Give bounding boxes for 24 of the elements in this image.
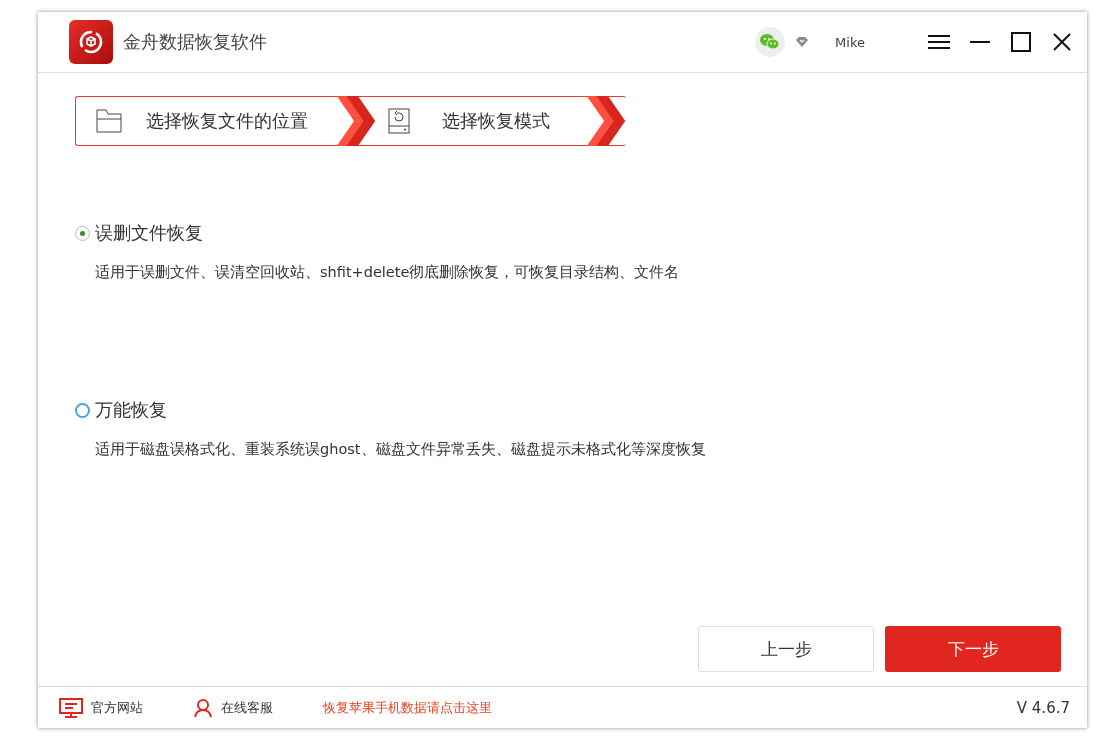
- version-label: V 4.6.7: [1016, 698, 1070, 717]
- website-link[interactable]: 官方网站: [91, 698, 143, 717]
- user-name[interactable]: Mike: [835, 34, 865, 50]
- window-title: 金舟数据恢复软件: [123, 30, 267, 54]
- logo-icon: [69, 20, 113, 64]
- back-button[interactable]: 上一步: [698, 626, 874, 672]
- radio-button[interactable]: [75, 402, 90, 418]
- support-link[interactable]: 在线客服: [221, 698, 273, 717]
- chevron-icon: [336, 95, 376, 146]
- next-button[interactable]: 下一步: [885, 626, 1061, 672]
- maximize-button[interactable]: [1010, 30, 1032, 54]
- folder-icon: [96, 109, 122, 133]
- step-label: 选择恢复文件的位置: [146, 109, 308, 133]
- option-label[interactable]: 误删文件恢复: [95, 221, 203, 245]
- option-label[interactable]: 万能恢复: [95, 398, 167, 422]
- person-icon: [193, 697, 213, 718]
- option-description: 适用于磁盘误格式化、重装系统误ghost、磁盘文件异常丢失、磁盘提示未格式化等深度恢复: [95, 440, 707, 459]
- chevron-icon: [586, 95, 626, 146]
- step-label: 选择恢复模式: [442, 109, 550, 133]
- option-description: 适用于误删文件、误清空回收站、shfit+delete彻底删除恢复，可恢复目录结构、文件名: [95, 263, 681, 282]
- promo-link[interactable]: 恢复苹果手机数据请点击这里: [323, 698, 492, 717]
- diamond-icon: [795, 36, 810, 48]
- monitor-icon: [59, 697, 83, 718]
- chat-icon[interactable]: [755, 27, 786, 57]
